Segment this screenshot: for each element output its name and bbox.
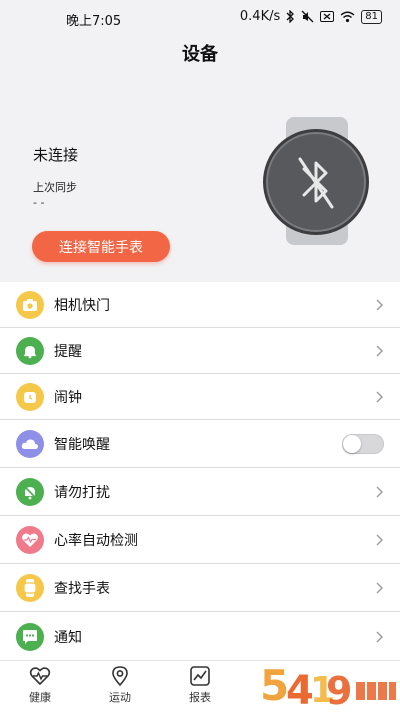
menu-item-label: 智能唤醒 [54,436,110,453]
tab-label: 健康 [29,691,51,704]
menu-item-alarm[interactable]: 闹钟 [0,374,400,420]
menu-item-smart-wake[interactable]: 智能唤醒 [0,420,400,468]
toggle-knob [343,434,361,453]
watch-illustration [263,117,369,245]
wifi-icon [340,11,355,22]
menu-item-reminder[interactable]: 提醒 [0,328,400,374]
settings-list: 相机快门 提醒 闹钟 智能唤醒 请勿打扰 心率自动检测 查找手表 通知 [0,282,400,662]
connect-watch-button[interactable]: 连接智能手表 [32,231,170,262]
page-title: 设备 [182,44,218,65]
tab-sport[interactable]: 运动 [85,665,155,709]
bell-off-icon [16,477,44,506]
menu-item-do-not-disturb[interactable]: 请勿打扰 [0,468,400,516]
tab-label: 报表 [189,691,211,704]
tab-label: 运动 [109,691,131,704]
heart-rate-icon [16,525,44,554]
mute-icon [301,10,314,23]
tab-health[interactable]: 健康 [5,665,75,709]
battery-icon: 81 [361,9,382,24]
chart-icon [190,666,210,686]
tab-report[interactable]: 报表 [165,665,235,709]
chevron-right-icon [376,486,383,497]
chevron-right-icon [376,631,383,643]
chevron-right-icon [376,391,383,402]
menu-item-label: 提醒 [54,343,82,360]
status-icons: 0.4K/s 81 [240,9,382,24]
menu-item-notification[interactable]: 通知 [0,612,400,662]
menu-item-heart-rate[interactable]: 心率自动检测 [0,516,400,564]
last-sync-value: - - [33,196,45,209]
connection-status: 未连接 [33,146,79,164]
svg-text:9: 9 [326,669,352,711]
chevron-right-icon [376,299,383,310]
sim-error-icon [320,11,335,22]
menu-item-find-watch[interactable]: 查找手表 [0,564,400,612]
chevron-right-icon [376,534,383,545]
chevron-right-icon [376,582,383,593]
bell-icon [16,336,44,365]
chevron-right-icon [376,345,383,356]
menu-item-label: 请勿打扰 [54,484,110,501]
alarm-clock-icon [16,382,44,411]
menu-item-label: 相机快门 [54,297,110,314]
last-sync-label: 上次同步 [33,181,77,194]
network-speed: 0.4K/s [239,9,281,24]
location-pin-icon [112,666,128,687]
bluetooth-icon [286,10,295,23]
heartbeat-icon [29,667,51,686]
site-watermark-logo: 5 4 1 9 [260,661,398,711]
menu-item-label: 心率自动检测 [54,532,138,549]
watch-icon [16,573,44,602]
sleep-cloud-icon [16,429,44,458]
smart-wake-toggle[interactable] [342,433,384,454]
camera-icon [16,290,44,319]
menu-item-label: 闹钟 [54,389,82,406]
svg-text:5: 5 [260,661,289,710]
menu-item-label: 通知 [54,630,82,646]
chat-bubble-icon [16,623,44,651]
status-bar: 晚上7:05 0.4K/s 81 [0,0,400,34]
menu-item-camera-shutter[interactable]: 相机快门 [0,282,400,328]
menu-item-label: 查找手表 [54,580,110,597]
status-time: 晚上7:05 [66,14,122,29]
